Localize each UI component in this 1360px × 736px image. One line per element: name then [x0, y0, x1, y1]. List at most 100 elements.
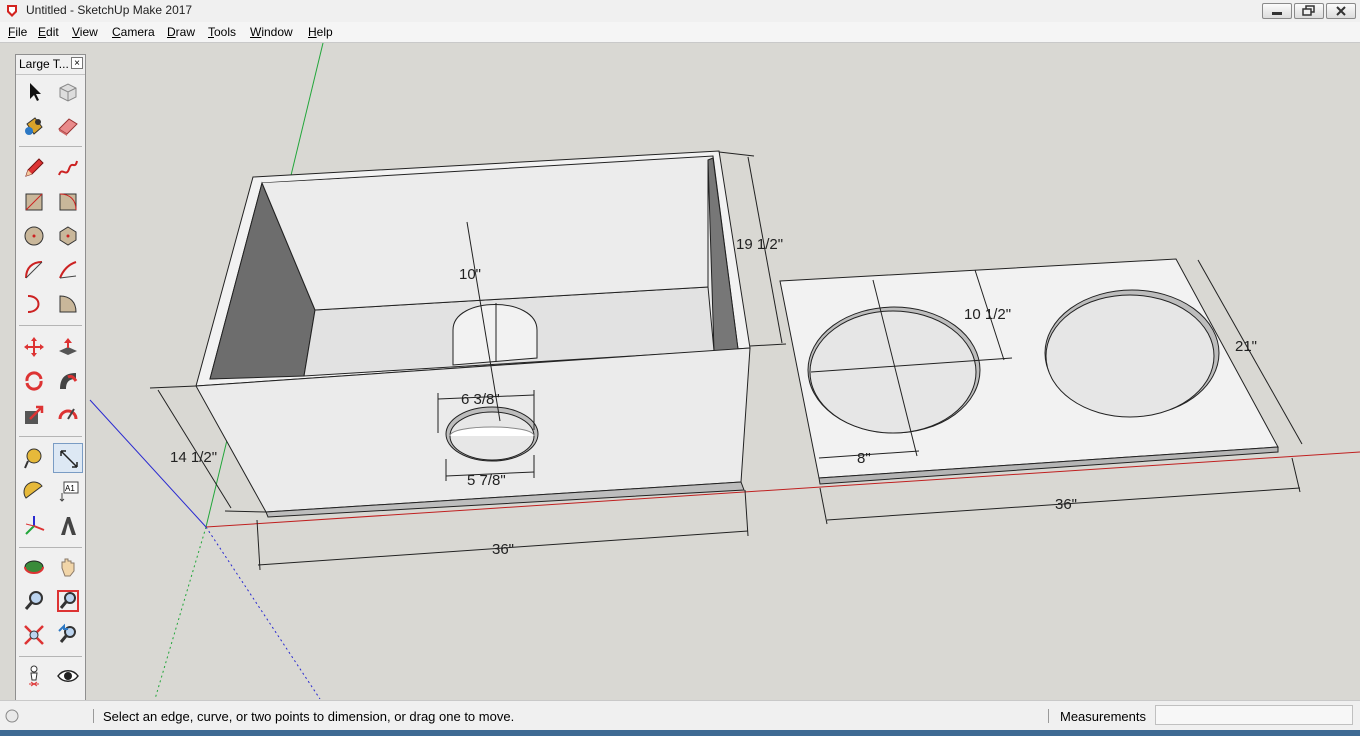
dim-panel-offset[interactable]: 10 1/2": [964, 306, 1011, 323]
offset-tool[interactable]: [53, 400, 83, 430]
magnifier-icon: [24, 591, 43, 610]
protractor-tool[interactable]: [19, 477, 49, 507]
pan-tool[interactable]: [53, 552, 83, 582]
arc-icon: [25, 261, 43, 279]
text-icon: A1: [59, 481, 79, 502]
close-button[interactable]: [1326, 3, 1356, 19]
drawing-viewport[interactable]: 19 1/2" 14 1/2" 36" 10" 6 3/8" 5 7/8" 10…: [0, 43, 1360, 699]
toolbar-separator: [19, 436, 82, 437]
large-tool-set-palette: Large T... × A1: [15, 54, 86, 728]
text-tool-glyph: A1: [65, 484, 75, 493]
dim-port-inner[interactable]: 5 7/8": [467, 472, 506, 489]
axes-icon: [25, 516, 45, 535]
paint-bucket-icon: [25, 117, 43, 135]
speaker-box[interactable]: [195, 150, 751, 518]
make-component-tool[interactable]: [53, 77, 83, 107]
arrow-icon: [30, 83, 41, 101]
measurements-input[interactable]: [1155, 705, 1353, 725]
rotate-icon: [25, 371, 43, 391]
menu-draw[interactable]: Draw: [167, 25, 195, 39]
eye-icon: [57, 670, 79, 682]
dim-port-length[interactable]: 10": [459, 266, 481, 283]
menu-file[interactable]: File: [8, 25, 27, 39]
menu-edit[interactable]: Edit: [38, 25, 59, 39]
text-tool[interactable]: A1: [53, 477, 83, 507]
status-divider: [93, 709, 94, 723]
move-tool[interactable]: [19, 332, 49, 362]
circle-tool[interactable]: [19, 221, 49, 251]
status-bar: Select an edge, curve, or two points to …: [0, 700, 1360, 731]
arc-tool[interactable]: [19, 255, 49, 285]
restore-icon: [1302, 5, 1315, 16]
follow-me-icon: [60, 373, 78, 389]
dim-port-outer[interactable]: 6 3/8": [461, 391, 500, 408]
menu-help[interactable]: Help: [308, 25, 333, 39]
orbit-tool[interactable]: [19, 552, 49, 582]
polygon-tool[interactable]: [53, 221, 83, 251]
rotate-tool[interactable]: [19, 366, 49, 396]
previous-view-tool[interactable]: [53, 620, 83, 650]
paint-bucket-tool[interactable]: [19, 111, 49, 141]
taskbar: [0, 730, 1360, 736]
restore-button[interactable]: [1294, 3, 1324, 19]
three-point-arc-tool[interactable]: [19, 289, 49, 319]
menu-view[interactable]: View: [72, 25, 98, 39]
look-around-tool[interactable]: [53, 661, 83, 691]
menu-window[interactable]: Window: [250, 25, 293, 39]
rotated-rectangle-icon: [59, 193, 77, 211]
dim-panel-depth[interactable]: 21": [1235, 338, 1257, 355]
status-message: Select an edge, curve, or two points to …: [103, 709, 515, 724]
scale-tool[interactable]: [19, 400, 49, 430]
model-scene[interactable]: 19 1/2" 14 1/2" 36" 10" 6 3/8" 5 7/8" 10…: [0, 43, 1360, 699]
rotated-rectangle-tool[interactable]: [53, 187, 83, 217]
dim-box-width[interactable]: 36": [492, 541, 514, 558]
move-icon: [24, 337, 44, 357]
push-pull-tool[interactable]: [53, 332, 83, 362]
palette-close-button[interactable]: ×: [71, 57, 83, 69]
push-pull-icon: [59, 338, 77, 355]
axes-tool[interactable]: [19, 511, 49, 541]
polygon-icon: [59, 226, 77, 246]
two-point-arc-tool[interactable]: [53, 255, 83, 285]
zoom-extents-icon: [24, 625, 44, 645]
offset-icon: [58, 408, 78, 420]
toolbar-separator: [19, 547, 82, 548]
baffle-panel[interactable]: [779, 258, 1279, 485]
dim-panel-width[interactable]: 36": [1055, 496, 1077, 513]
rectangle-tool[interactable]: [19, 187, 49, 217]
menu-bar: File Edit View Camera Draw Tools Window …: [0, 22, 1360, 43]
eraser-icon: [58, 118, 78, 136]
eraser-tool[interactable]: [53, 111, 83, 141]
sketchup-app-icon: [7, 5, 17, 17]
circle-icon: [24, 226, 44, 246]
3d-text-tool[interactable]: [53, 511, 83, 541]
line-tool[interactable]: [19, 153, 49, 183]
dim-box-depth[interactable]: 14 1/2": [170, 449, 217, 466]
measurements-label: Measurements: [1060, 709, 1146, 724]
follow-me-tool[interactable]: [53, 366, 83, 396]
dim-panel-edge[interactable]: 8": [857, 450, 871, 467]
menu-tools[interactable]: Tools: [208, 25, 236, 39]
status-help-icon[interactable]: [4, 708, 20, 724]
freehand-tool[interactable]: [53, 153, 83, 183]
three-point-arc-icon: [27, 295, 40, 313]
title-bar: Untitled - SketchUp Make 2017: [0, 0, 1360, 23]
zoom-window-tool[interactable]: [53, 586, 83, 616]
tape-measure-tool[interactable]: [19, 443, 49, 473]
select-tool[interactable]: [19, 77, 49, 107]
blue-axis-dotted: [205, 526, 321, 699]
minimize-button[interactable]: [1262, 3, 1292, 19]
menu-camera[interactable]: Camera: [112, 25, 155, 39]
pie-tool[interactable]: [53, 289, 83, 319]
dimension-tool[interactable]: [53, 443, 83, 473]
toolbar-separator: [19, 656, 82, 657]
zoom-tool[interactable]: [19, 586, 49, 616]
dimension-icon: [60, 450, 78, 468]
close-icon: [1336, 6, 1346, 16]
position-camera-tool[interactable]: [19, 661, 49, 691]
dim-box-height[interactable]: 19 1/2": [736, 236, 783, 253]
pencil-icon: [25, 158, 44, 177]
toolbar-separator: [19, 146, 82, 147]
zoom-extents-tool[interactable]: [19, 620, 49, 650]
position-camera-icon: [29, 665, 39, 687]
